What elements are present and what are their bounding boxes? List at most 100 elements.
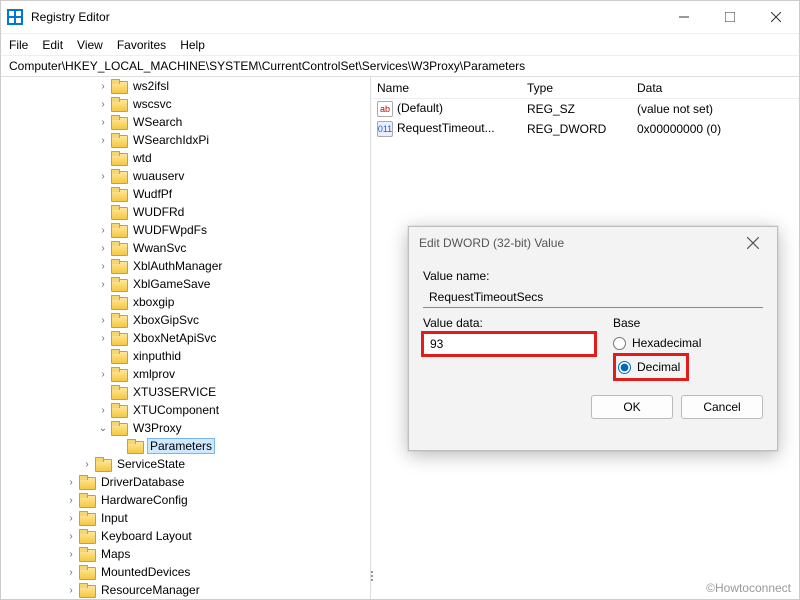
tree-item-label: XblGameSave [131, 277, 212, 291]
tree-item[interactable]: XboxGipSvc [1, 311, 370, 329]
col-name[interactable]: Name [371, 81, 521, 95]
tree-item-label: wscsvc [131, 97, 174, 111]
tree-item-label: DriverDatabase [99, 475, 186, 489]
tree-item[interactable]: Parameters [1, 437, 370, 455]
tree-item-label: Parameters [147, 438, 215, 454]
tree-item[interactable]: XboxNetApiSvc [1, 329, 370, 347]
expand-chevron-icon[interactable] [65, 549, 77, 560]
ok-button[interactable]: OK [591, 395, 673, 419]
expand-chevron-icon[interactable] [97, 279, 109, 290]
folder-icon [111, 187, 127, 201]
tree-item-label: Input [99, 511, 130, 525]
expand-chevron-icon[interactable] [97, 243, 109, 254]
tree-item[interactable]: WudfPf [1, 185, 370, 203]
tree-item[interactable]: WUDFRd [1, 203, 370, 221]
col-data[interactable]: Data [631, 81, 799, 95]
splitter-handle[interactable] [369, 561, 375, 591]
tree-item-label: MountedDevices [99, 565, 192, 579]
expand-chevron-icon[interactable] [65, 495, 77, 506]
expand-chevron-icon[interactable] [97, 369, 109, 380]
expand-chevron-icon[interactable] [65, 513, 77, 524]
radio-hexadecimal[interactable]: Hexadecimal [613, 333, 763, 353]
tree-item[interactable]: HardwareConfig [1, 491, 370, 509]
tree-item[interactable]: Input [1, 509, 370, 527]
value-data: 0x00000000 (0) [631, 122, 799, 136]
menu-favorites[interactable]: Favorites [117, 38, 166, 52]
expand-chevron-icon[interactable] [97, 315, 109, 326]
tree-item-label: XTU3SERVICE [131, 385, 218, 399]
tree-item[interactable]: WUDFWpdFs [1, 221, 370, 239]
dialog-close-button[interactable] [739, 229, 767, 257]
tree-item[interactable]: xmlprov [1, 365, 370, 383]
cancel-button[interactable]: Cancel [681, 395, 763, 419]
address-bar[interactable]: Computer\HKEY_LOCAL_MACHINE\SYSTEM\Curre… [1, 55, 799, 77]
maximize-button[interactable] [707, 1, 753, 33]
menu-file[interactable]: File [9, 38, 28, 52]
tree-item[interactable]: DriverDatabase [1, 473, 370, 491]
tree-item[interactable]: WSearch [1, 113, 370, 131]
value-name: RequestTimeout... [397, 121, 495, 135]
folder-icon [79, 475, 95, 489]
tree-item[interactable]: xinputhid [1, 347, 370, 365]
radio-decimal[interactable]: Decimal [618, 357, 680, 377]
tree-item[interactable]: XTU3SERVICE [1, 383, 370, 401]
tree-item[interactable]: WSearchIdxPi [1, 131, 370, 149]
column-headers[interactable]: Name Type Data [371, 77, 799, 99]
tree-item-label: WudfPf [131, 187, 174, 201]
dialog-title: Edit DWORD (32-bit) Value [419, 236, 564, 250]
title-bar: Registry Editor [1, 1, 799, 33]
value-data-label: Value data: [423, 316, 595, 330]
expand-chevron-icon[interactable] [97, 333, 109, 344]
expand-chevron-icon[interactable] [97, 171, 109, 182]
expand-chevron-icon[interactable] [65, 477, 77, 488]
folder-icon [111, 385, 127, 399]
expand-chevron-icon[interactable] [97, 405, 109, 416]
value-data-field[interactable] [423, 333, 595, 355]
expand-chevron-icon[interactable] [97, 81, 109, 92]
edit-dword-dialog: Edit DWORD (32-bit) Value Value name: Va… [408, 226, 778, 451]
expand-chevron-icon[interactable] [97, 135, 109, 146]
menu-edit[interactable]: Edit [42, 38, 63, 52]
value-row[interactable]: ab(Default)REG_SZ(value not set) [371, 99, 799, 119]
tree-item[interactable]: MountedDevices [1, 563, 370, 581]
tree-item[interactable]: ws2ifsl [1, 77, 370, 95]
expand-chevron-icon[interactable] [65, 531, 77, 542]
expand-chevron-icon[interactable] [97, 117, 109, 128]
menu-help[interactable]: Help [180, 38, 205, 52]
folder-icon [111, 313, 127, 327]
folder-icon [111, 349, 127, 363]
expand-chevron-icon[interactable] [97, 99, 109, 110]
folder-icon [79, 547, 95, 561]
tree-pane[interactable]: ws2ifsl wscsvc WSearchWSearchIdxPiwtdwuaus… [1, 77, 371, 599]
folder-icon [111, 259, 127, 273]
close-button[interactable] [753, 1, 799, 33]
app-icon [7, 9, 23, 25]
expand-chevron-icon[interactable] [97, 225, 109, 236]
value-row[interactable]: 011RequestTimeout...REG_DWORD0x00000000 … [371, 119, 799, 139]
tree-item[interactable]: XblAuthManager [1, 257, 370, 275]
tree-item[interactable]: W3Proxy [1, 419, 370, 437]
tree-item[interactable]: ResourceManager [1, 581, 370, 599]
tree-item[interactable]: wuauserv [1, 167, 370, 185]
expand-chevron-icon[interactable] [65, 567, 77, 578]
expand-chevron-icon[interactable] [97, 261, 109, 272]
tree-item[interactable]: XblGameSave [1, 275, 370, 293]
menu-view[interactable]: View [77, 38, 103, 52]
expand-chevron-icon[interactable] [65, 585, 77, 596]
tree-item[interactable]: XTUComponent [1, 401, 370, 419]
tree-item[interactable]: WwanSvc [1, 239, 370, 257]
tree-item[interactable]: Maps [1, 545, 370, 563]
folder-icon [111, 421, 127, 435]
col-type[interactable]: Type [521, 81, 631, 95]
tree-item[interactable]: xboxgip [1, 293, 370, 311]
folder-icon [79, 529, 95, 543]
tree-item[interactable]: ServiceState [1, 455, 370, 473]
tree-item[interactable]: wscsvc [1, 95, 370, 113]
tree-item[interactable]: wtd [1, 149, 370, 167]
expand-chevron-icon[interactable] [81, 459, 93, 470]
folder-icon [111, 241, 127, 255]
expand-chevron-icon[interactable] [97, 423, 109, 434]
value-name-field[interactable] [423, 286, 763, 308]
minimize-button[interactable] [661, 1, 707, 33]
tree-item[interactable]: Keyboard Layout [1, 527, 370, 545]
